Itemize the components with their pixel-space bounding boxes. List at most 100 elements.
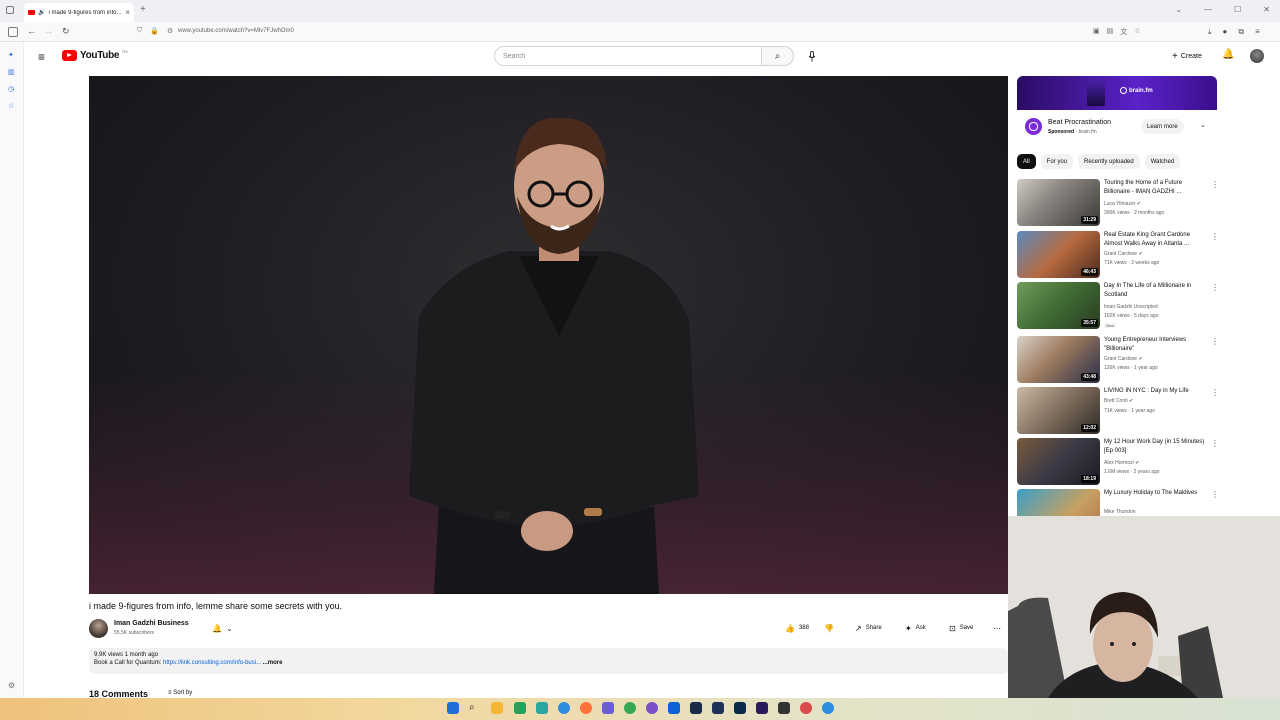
whatsapp-icon[interactable]	[514, 702, 526, 714]
extensions-puzzle-icon[interactable]: ⧉	[1238, 27, 1244, 37]
rec-channel[interactable]: Iman Gadzhi Unscripted	[1104, 304, 1158, 310]
search-input[interactable]: Search	[494, 46, 762, 66]
maximize-icon[interactable]: ☐	[1234, 5, 1241, 14]
video-thumbnail[interactable]: 12:02	[1017, 387, 1100, 434]
video-thumbnail[interactable]: 43:48	[1017, 336, 1100, 383]
account-avatar[interactable]	[1250, 49, 1264, 63]
rec-channel[interactable]: Alex Hormozi ✔	[1104, 460, 1139, 466]
back-icon[interactable]: ←	[27, 26, 36, 36]
description-link[interactable]: https://link.consulting.com/info-busi...	[163, 660, 261, 666]
more-vert-icon[interactable]: ⋮	[1211, 388, 1219, 397]
lock-icon[interactable]: 🔒	[150, 27, 159, 35]
rec-title[interactable]: My Luxury Holiday to The Maldives	[1104, 489, 1208, 498]
menu-icon[interactable]: ≡	[1255, 27, 1260, 37]
app-icon-1[interactable]	[536, 702, 548, 714]
app-icon-5[interactable]	[668, 702, 680, 714]
app-icon-3[interactable]	[624, 702, 636, 714]
file-explorer-icon[interactable]	[491, 702, 503, 714]
after-effects-icon[interactable]	[712, 702, 724, 714]
downloads-icon[interactable]: ⤓	[1208, 27, 1212, 37]
reader-icon[interactable]: ▤	[1107, 27, 1114, 37]
video-thumbnail[interactable]	[1017, 489, 1100, 516]
notifications-bell-icon[interactable]: 🔔	[1222, 49, 1234, 60]
channel-name[interactable]: Iman Gadzhi Business	[114, 620, 189, 627]
recommendation-item[interactable]: My Luxury Holiday to The Maldives Mike T…	[1017, 489, 1217, 516]
ad-banner[interactable]: brain.fm	[1017, 76, 1217, 110]
close-tab-icon[interactable]: ×	[125, 8, 130, 17]
voice-search-button[interactable]	[803, 47, 821, 65]
video-thumbnail[interactable]: 31:29	[1017, 179, 1100, 226]
more-vert-icon[interactable]: ⋮	[1211, 180, 1219, 189]
create-button[interactable]: + Create	[1166, 48, 1208, 64]
rec-channel[interactable]: Grant Cardone ✔	[1104, 251, 1143, 257]
ask-button[interactable]: ✦ Ask	[905, 620, 926, 636]
rec-title[interactable]: My 12 Hour Work Day (in 15 Minutes) [Ep …	[1104, 438, 1208, 456]
dislike-button[interactable]: 👎	[824, 620, 834, 636]
more-vert-icon[interactable]: ⋮	[1211, 439, 1219, 448]
more-vert-icon[interactable]: ⋮	[1211, 337, 1219, 346]
chrome-icon[interactable]	[558, 702, 570, 714]
description-more[interactable]: ...more	[263, 660, 283, 666]
photoshop-icon[interactable]	[734, 702, 746, 714]
youtube-logo[interactable]: YouTube RS	[62, 49, 128, 61]
shield-icon[interactable]: ⛉	[137, 27, 142, 35]
settings-gear-icon[interactable]: ⚙	[8, 681, 15, 690]
reload-icon[interactable]: ↻	[62, 26, 70, 37]
app-icon-2[interactable]	[602, 702, 614, 714]
bookmark-star-icon[interactable]: ☆	[1134, 27, 1140, 37]
ad-title[interactable]: Beat Procrastination	[1048, 119, 1111, 126]
search-button[interactable]: ⌕	[762, 46, 794, 66]
app-icon-8[interactable]	[822, 702, 834, 714]
video-thumbnail[interactable]: 46:43	[1017, 231, 1100, 278]
extension-icon[interactable]: ●	[1223, 27, 1228, 37]
premiere-icon[interactable]	[690, 702, 702, 714]
subscription-bell-button[interactable]: 🔔 ⌄	[208, 621, 237, 635]
advertiser-logo-icon[interactable]	[1025, 118, 1042, 135]
taskbar-search-icon[interactable]: ⌕	[469, 702, 481, 714]
chip-for-you[interactable]: For you	[1040, 154, 1074, 169]
media-encoder-icon[interactable]	[756, 702, 768, 714]
screenshot-icon[interactable]: ▣	[1093, 27, 1100, 37]
guide-menu-icon[interactable]: ≡	[38, 50, 45, 64]
new-tab-icon[interactable]: +	[140, 4, 146, 15]
learn-more-button[interactable]: Learn more	[1141, 119, 1184, 134]
windows-start-icon[interactable]	[447, 702, 459, 714]
recommendation-item[interactable]: 43:48 Young Entrepreneur Interviews "Bil…	[1017, 336, 1219, 384]
app-icon-6[interactable]	[778, 702, 790, 714]
translate-icon[interactable]: 文	[1120, 27, 1127, 37]
video-thumbnail[interactable]: 18:19	[1017, 438, 1100, 485]
collapse-icon[interactable]: ⌄	[1175, 5, 1182, 14]
app-icon-7[interactable]	[800, 702, 812, 714]
firefox-icon[interactable]	[580, 702, 592, 714]
recommendation-item[interactable]: 46:43 Real Estate King Grant Cardone Alm…	[1017, 231, 1219, 279]
window-close-icon[interactable]: ✕	[1263, 5, 1270, 14]
video-player[interactable]	[89, 76, 1008, 594]
sidebar-bookmarks-icon[interactable]: ▥	[8, 68, 15, 76]
chip-all[interactable]: All	[1017, 154, 1036, 169]
browser-tab[interactable]: 🔊 i made 9-figures from info... ×	[24, 3, 134, 22]
ad-expand-chevron-icon[interactable]: ⌄	[1200, 121, 1206, 129]
save-button[interactable]: ⊡ Save	[949, 620, 973, 636]
chip-recently-uploaded[interactable]: Recently uploaded	[1078, 154, 1140, 169]
more-vert-icon[interactable]: ⋮	[1211, 283, 1219, 292]
rec-title[interactable]: Touring the Home of a Future Billionaire…	[1104, 179, 1208, 197]
rec-title[interactable]: Real Estate King Grant Cardone Almost Wa…	[1104, 231, 1208, 249]
more-actions-button[interactable]: ⋯	[993, 620, 1001, 636]
recommendation-item[interactable]: 12:02 LIVING IN NYC : Day in My Life Bre…	[1017, 387, 1219, 435]
rec-channel[interactable]: Luca Yilmazer ✔	[1104, 201, 1141, 207]
chip-watched[interactable]: Watched	[1144, 154, 1181, 169]
sort-by-button[interactable]: ≡ Sort by	[168, 690, 192, 696]
recommendation-item[interactable]: 35:57 Day In The Life of a Millionaire i…	[1017, 282, 1219, 330]
share-button[interactable]: ↗ Share	[855, 620, 882, 636]
permissions-icon[interactable]: ⚙	[167, 27, 173, 35]
url-field[interactable]: www.youtube.com/watch?v=Mlv7FJwhOm0	[178, 28, 294, 34]
sidebar-panel-icon[interactable]	[8, 27, 18, 37]
rec-channel[interactable]: Mike Thurston	[1104, 509, 1136, 515]
rec-title[interactable]: Young Entrepreneur Interviews "Billionai…	[1104, 336, 1208, 354]
minimize-icon[interactable]: —	[1204, 5, 1212, 14]
forward-icon[interactable]: →	[44, 26, 53, 36]
sidebar-ai-icon[interactable]: ✦	[8, 51, 14, 59]
rec-title[interactable]: Day In The Life of a Millionaire in Scot…	[1104, 282, 1208, 300]
rec-channel[interactable]: Grant Cardone ✔	[1104, 356, 1143, 362]
recommendation-item[interactable]: 31:29 Touring the Home of a Future Billi…	[1017, 179, 1219, 227]
